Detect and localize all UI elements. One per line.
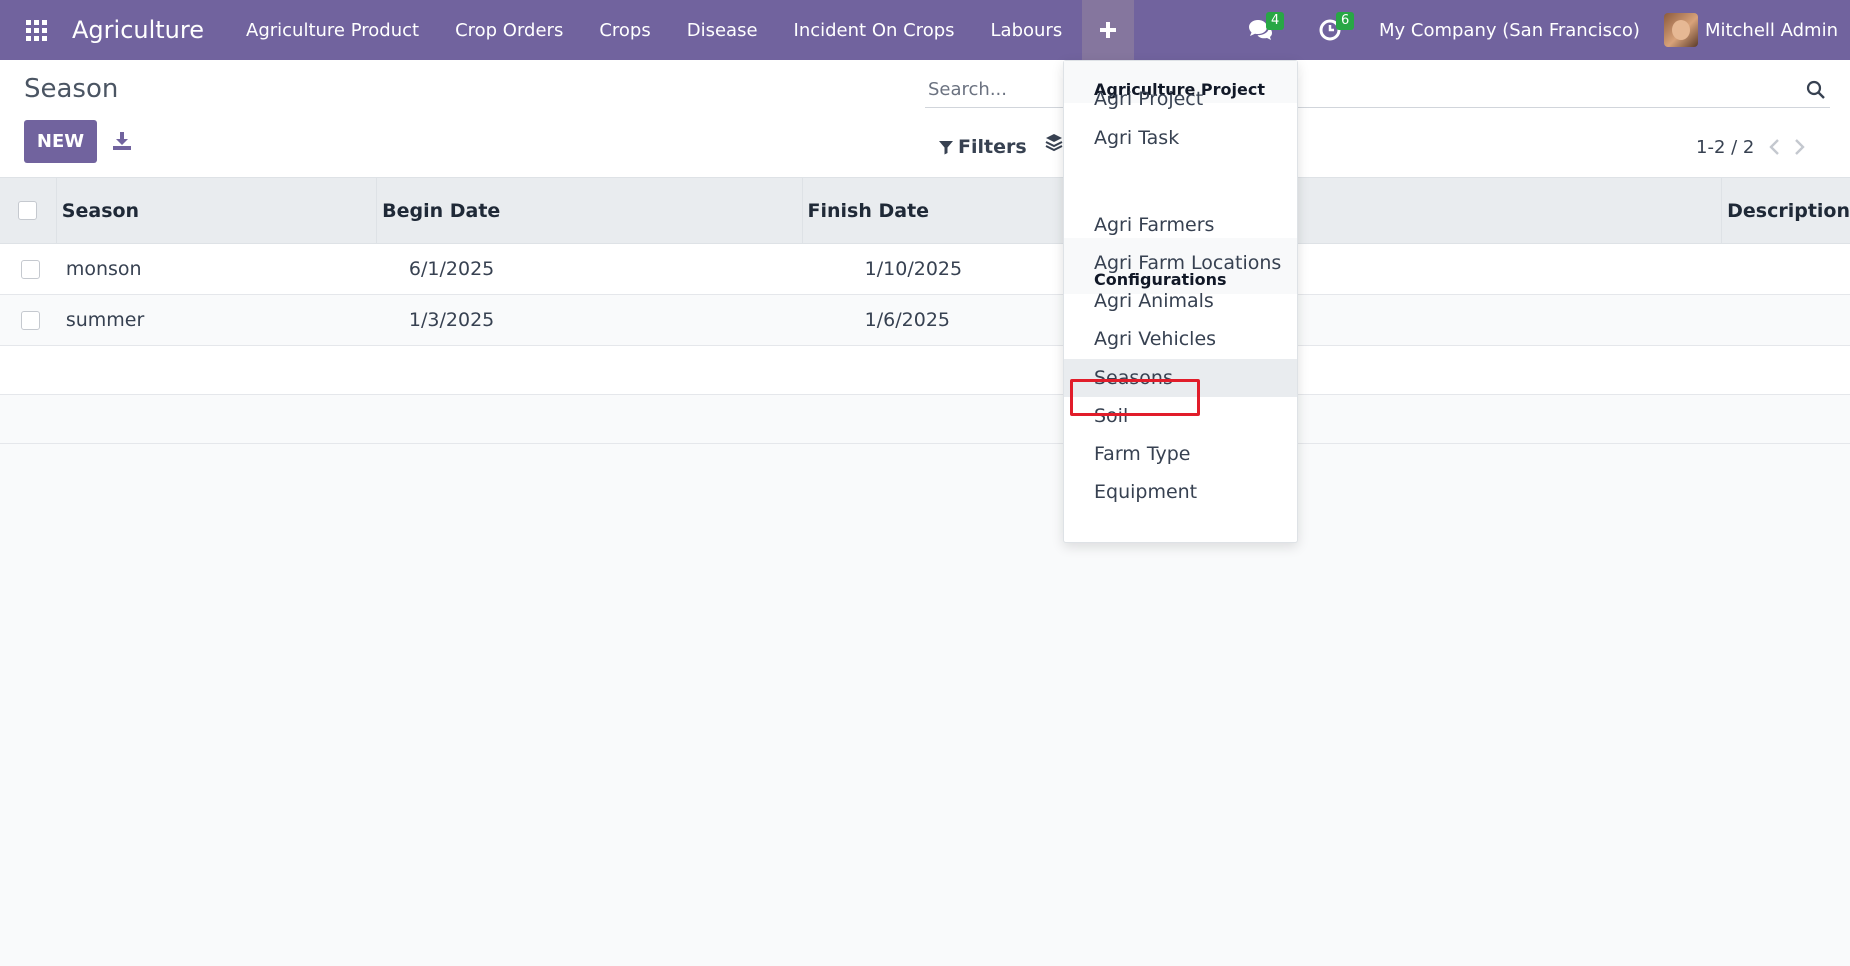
messages-icon[interactable]: 4 bbox=[1225, 0, 1295, 60]
top-navbar: Agriculture Agriculture Product Crop Ord… bbox=[0, 0, 1850, 60]
empty-row bbox=[0, 346, 1850, 395]
select-all-checkbox[interactable] bbox=[18, 201, 38, 220]
column-header-season[interactable]: Season bbox=[57, 178, 378, 243]
column-header-description[interactable]: Description bbox=[1722, 178, 1850, 243]
header-checkbox-cell bbox=[0, 178, 57, 243]
messages-count-badge: 4 bbox=[1265, 12, 1285, 30]
table-row[interactable]: summer 1/3/2025 1/6/2025 bbox=[0, 295, 1850, 346]
pager: 1-2 / 2 bbox=[1696, 130, 1806, 164]
pager-value[interactable]: 1-2 / 2 bbox=[1696, 137, 1754, 158]
menu-agri-farmers[interactable]: Agri Farmers bbox=[1064, 206, 1297, 244]
search-bar bbox=[925, 72, 1830, 108]
menu-farm-type[interactable]: Farm Type bbox=[1064, 435, 1297, 473]
menu-agriculture-product[interactable]: Agriculture Product bbox=[228, 0, 437, 60]
cell-season[interactable]: monson bbox=[61, 258, 404, 280]
empty-row bbox=[0, 395, 1850, 444]
new-button[interactable]: NEW bbox=[24, 120, 97, 163]
company-switcher[interactable]: My Company (San Francisco) bbox=[1365, 20, 1654, 41]
control-panel: Season NEW Filters 1-2 / 2 bbox=[0, 60, 1850, 178]
table-header: Season Begin Date Finish Date Descriptio… bbox=[0, 178, 1850, 244]
menu-agri-project[interactable]: Agri Project bbox=[1064, 80, 1297, 118]
table-row[interactable]: monson 6/1/2025 1/10/2025 bbox=[0, 244, 1850, 295]
menu-agri-task[interactable]: Agri Task bbox=[1064, 119, 1297, 157]
column-header-begin-date[interactable]: Begin Date bbox=[377, 178, 803, 243]
more-menu-dropdown: Agriculture Project Agri Project Agri Ta… bbox=[1063, 60, 1298, 543]
row-checkbox[interactable] bbox=[20, 310, 40, 330]
navbar-systray: 4 6 My Company (San Francisco) Mitchell … bbox=[1225, 0, 1850, 60]
menu-seasons[interactable]: Seasons bbox=[1064, 359, 1297, 397]
user-avatar bbox=[1663, 13, 1698, 47]
row-checkbox[interactable] bbox=[20, 259, 40, 279]
user-name: Mitchell Admin bbox=[1704, 19, 1838, 41]
column-header-hidden[interactable] bbox=[1231, 178, 1723, 243]
filters-button[interactable]: Filters bbox=[938, 130, 1027, 164]
row-checkbox-cell bbox=[0, 244, 61, 294]
activities-count-badge: 6 bbox=[1335, 12, 1355, 30]
search-icon[interactable] bbox=[1806, 80, 1826, 104]
menu-agri-farm-locations[interactable]: Agri Farm Locations bbox=[1064, 244, 1297, 282]
search-input[interactable] bbox=[925, 79, 1785, 100]
pager-next-icon[interactable] bbox=[1794, 138, 1806, 156]
page-title: Season bbox=[24, 74, 119, 104]
menu-agri-vehicles[interactable]: Agri Vehicles bbox=[1064, 320, 1297, 358]
app-title[interactable]: Agriculture bbox=[72, 16, 204, 44]
menu-labours[interactable]: Labours bbox=[973, 0, 1081, 60]
filters-label: Filters bbox=[958, 136, 1027, 158]
menu-disease[interactable]: Disease bbox=[669, 0, 776, 60]
menu-incident-on-crops[interactable]: Incident On Crops bbox=[776, 0, 973, 60]
menu-soil[interactable]: Soil bbox=[1064, 397, 1297, 435]
group-by-layers-icon[interactable] bbox=[1044, 132, 1064, 156]
row-checkbox-cell bbox=[0, 295, 61, 345]
menu-agri-animals[interactable]: Agri Animals bbox=[1064, 282, 1297, 320]
pager-previous-icon[interactable] bbox=[1768, 138, 1780, 156]
cell-begin-date[interactable]: 6/1/2025 bbox=[404, 258, 860, 280]
download-icon[interactable] bbox=[110, 126, 134, 156]
filter-icon bbox=[939, 141, 953, 155]
menu-crop-orders[interactable]: Crop Orders bbox=[437, 0, 581, 60]
apps-menu-icon[interactable] bbox=[0, 0, 72, 60]
seasons-list-table: Season Begin Date Finish Date Descriptio… bbox=[0, 178, 1850, 444]
menu-crops[interactable]: Crops bbox=[581, 0, 668, 60]
more-menu-plus-icon[interactable] bbox=[1082, 0, 1135, 60]
menu-equipment[interactable]: Equipment bbox=[1064, 473, 1297, 511]
cell-season[interactable]: summer bbox=[61, 309, 404, 331]
activities-clock-icon[interactable]: 6 bbox=[1295, 0, 1365, 60]
cell-begin-date[interactable]: 1/3/2025 bbox=[404, 309, 860, 331]
user-menu[interactable]: Mitchell Admin bbox=[1654, 13, 1850, 47]
